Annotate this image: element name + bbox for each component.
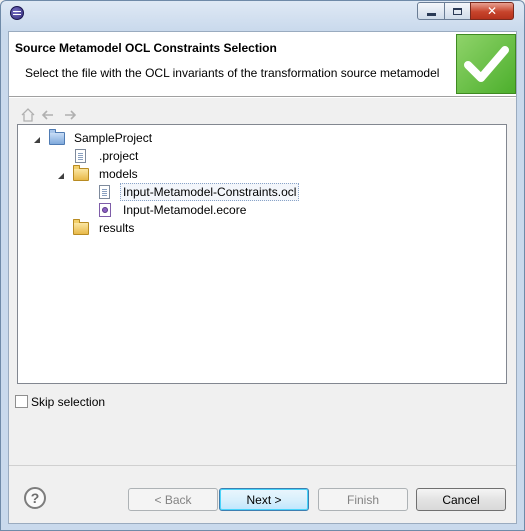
tree-item-results[interactable]: results [18,219,506,237]
skip-selection-checkbox[interactable] [15,395,28,408]
checkmark-icon [456,34,516,94]
back-button[interactable]: < Back [128,488,218,511]
tree-item-ecore-file[interactable]: Input-Metamodel.ecore [18,201,506,219]
ecore-file-icon [97,202,113,218]
tree-item-ocl-file[interactable]: Input-Metamodel-Constraints.ocl [18,183,506,201]
minimize-button[interactable] [417,2,445,20]
tree-item-sampleproject[interactable]: SampleProject [18,129,506,147]
footer-separator [9,465,516,466]
maximize-icon [453,7,462,15]
expand-icon[interactable] [56,170,65,179]
wizard-client-area: Source Metamodel OCL Constraints Selecti… [8,31,517,524]
banner-title: Source Metamodel OCL Constraints Selecti… [15,41,277,55]
help-button[interactable]: ? [24,487,46,509]
cancel-button[interactable]: Cancel [416,488,506,511]
tree-item-label: Input-Metamodel.ecore [123,203,247,217]
expand-icon[interactable] [32,134,41,143]
file-icon [97,184,113,200]
project-folder-icon [49,129,65,146]
close-icon: ✕ [486,4,498,18]
finish-button[interactable]: Finish [318,488,408,511]
wizard-window: ✕ Source Metamodel OCL Constraints Selec… [0,0,525,531]
workspace-tree[interactable]: SampleProject .project models Input-Meta… [17,124,507,384]
banner-description: Select the file with the OCL invariants … [25,66,440,80]
next-button[interactable]: Next > [219,488,309,511]
minimize-icon [426,13,436,16]
tree-item-models[interactable]: models [18,165,506,183]
home-icon[interactable] [20,107,36,123]
skip-selection-label[interactable]: Skip selection [31,394,105,410]
maximize-button[interactable] [444,2,471,20]
tree-item-label: results [99,221,135,235]
tree-item-label: SampleProject [74,131,153,145]
banner-separator-highlight [9,97,516,98]
title-bar: ✕ [1,1,524,25]
eclipse-icon [10,6,24,20]
close-button[interactable]: ✕ [470,2,514,20]
folder-icon [73,219,89,236]
folder-icon [73,165,89,182]
tree-item-label: .project [99,149,139,163]
back-arrow-icon[interactable] [40,107,56,123]
wizard-banner: Source Metamodel OCL Constraints Selecti… [9,32,516,96]
help-icon: ? [30,490,40,506]
file-icon [73,148,89,164]
forward-arrow-icon[interactable] [62,107,78,123]
tree-item-project-file[interactable]: .project [18,147,506,165]
tree-item-label: models [99,167,138,181]
tree-item-label: Input-Metamodel-Constraints.ocl [120,183,300,201]
